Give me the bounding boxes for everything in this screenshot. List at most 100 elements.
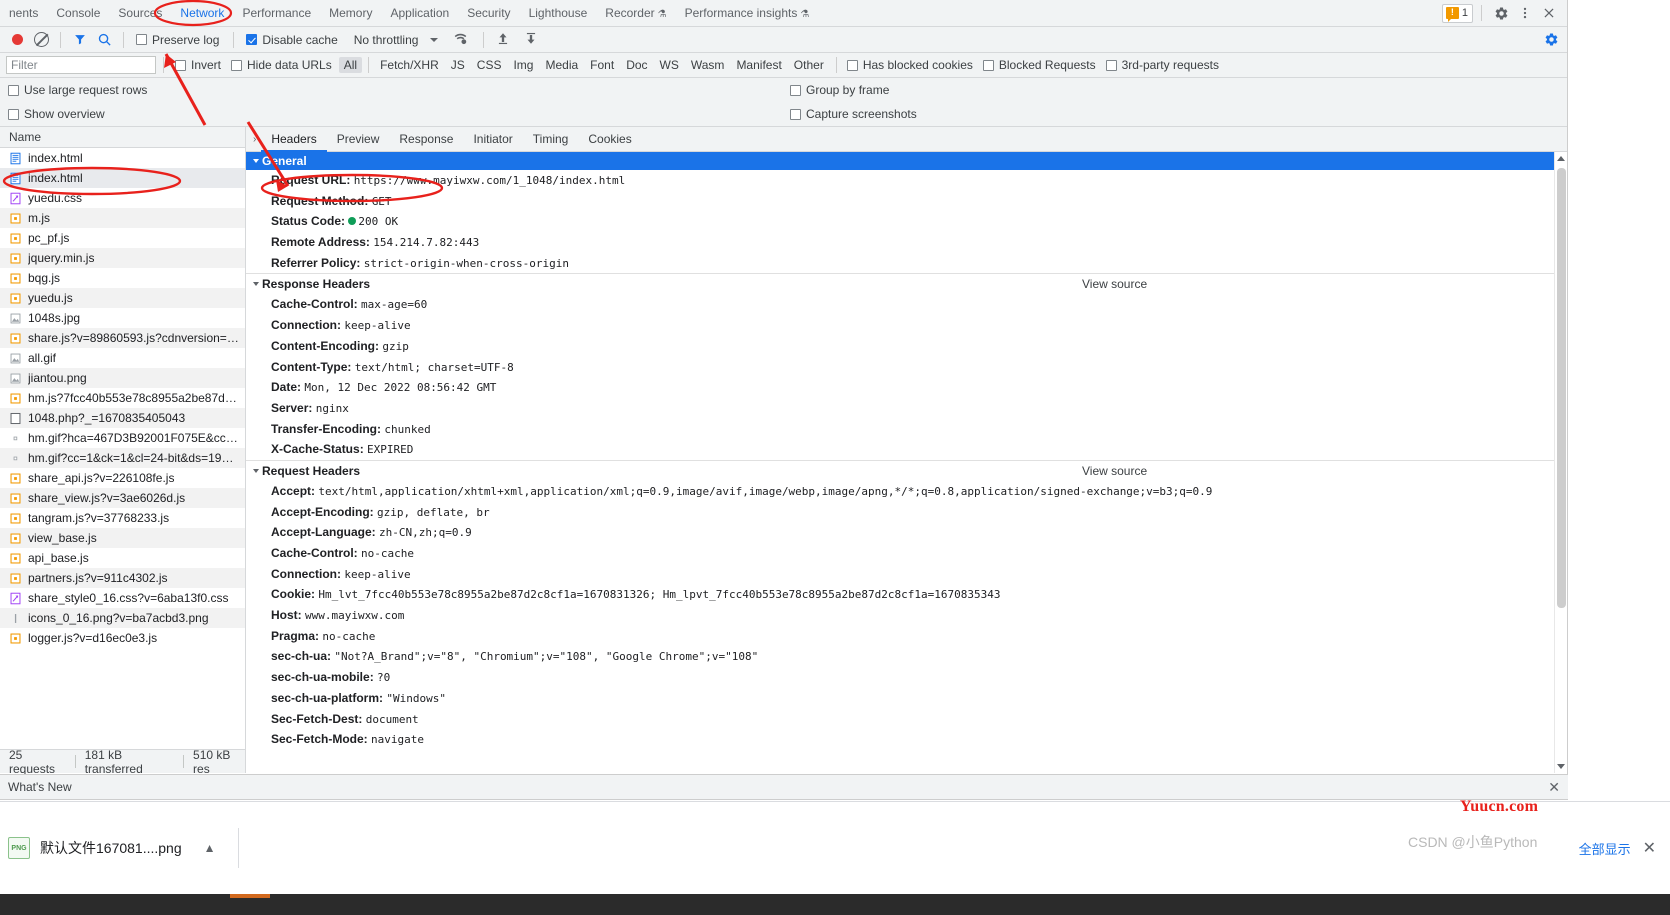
response-headers-section-header[interactable]: Response Headers View source (246, 273, 1567, 294)
request-row[interactable]: index.html (0, 168, 245, 188)
tab-memory[interactable]: Memory (320, 0, 381, 27)
filter-type-ws[interactable]: WS (655, 57, 684, 73)
download-item[interactable]: PNG 默认文件167081....png ▲ (8, 837, 216, 859)
request-headers-section-header[interactable]: Request Headers View source (246, 459, 1567, 482)
chevron-right-icon[interactable]: › (250, 134, 261, 145)
request-row[interactable]: logger.js?v=d16ec0e3.js (0, 628, 245, 648)
clear-button[interactable] (30, 29, 52, 51)
has-blocked-cookies-checkbox[interactable]: Has blocked cookies (846, 58, 973, 72)
request-row[interactable]: partners.js?v=911c4302.js (0, 568, 245, 588)
scroll-up-arrow-icon[interactable] (1557, 156, 1565, 161)
request-row[interactable]: jiantou.png (0, 368, 245, 388)
export-har-icon[interactable] (524, 31, 538, 49)
request-row[interactable]: share_view.js?v=3ae6026d.js (0, 488, 245, 508)
hide-data-urls-checkbox[interactable]: Hide data URLs (231, 58, 332, 72)
filter-type-doc[interactable]: Doc (621, 57, 652, 73)
scroll-down-arrow-icon[interactable] (1557, 764, 1565, 769)
view-source-link-request[interactable]: View source (1082, 461, 1147, 482)
record-button[interactable] (6, 29, 28, 51)
filter-type-other[interactable]: Other (789, 57, 829, 73)
tab-preview[interactable]: Preview (327, 127, 390, 152)
request-row[interactable]: 1048s.jpg (0, 308, 245, 328)
tab-performance-insights[interactable]: Performance insights ⚗ (676, 0, 819, 27)
throttling-select-label[interactable]: No throttling (354, 33, 419, 47)
tab-security[interactable]: Security (458, 0, 519, 27)
tab-recorder[interactable]: Recorder ⚗ (596, 0, 675, 27)
tab-sources[interactable]: Sources (109, 0, 171, 27)
request-row[interactable]: all.gif (0, 348, 245, 368)
request-row[interactable]: jquery.min.js (0, 248, 245, 268)
capture-screenshots-checkbox[interactable]: Capture screenshots (790, 107, 917, 121)
settings-gear-icon[interactable] (1490, 2, 1512, 24)
tab-response[interactable]: Response (389, 127, 463, 152)
filter-type-manifest[interactable]: Manifest (731, 57, 786, 73)
filter-type-font[interactable]: Font (585, 57, 619, 73)
whats-new-bar[interactable]: What's New ✕ (0, 775, 1568, 800)
blocked-requests-checkbox[interactable]: Blocked Requests (982, 58, 1096, 72)
preserve-log-checkbox[interactable]: Preserve log (136, 33, 219, 47)
request-row[interactable]: hm.gif?cc=1&ck=1&cl=24-bit&ds=1920x… (0, 448, 245, 468)
detail-vertical-scrollbar[interactable] (1554, 152, 1567, 773)
show-overview-checkbox[interactable]: Show overview (8, 107, 105, 121)
request-row[interactable]: view_base.js (0, 528, 245, 548)
close-icon[interactable]: ✕ (1548, 779, 1560, 796)
requests-list[interactable]: index.html index.html yuedu.css m.js pc_pf.j… (0, 148, 245, 749)
filter-type-media[interactable]: Media (540, 57, 583, 73)
tab-timing[interactable]: Timing (523, 127, 579, 152)
filter-type-fetch-xhr[interactable]: Fetch/XHR (375, 57, 444, 73)
filter-type-css[interactable]: CSS (472, 57, 507, 73)
filter-type-all[interactable]: All (338, 57, 363, 73)
request-row[interactable]: share_style0_16.css?v=6aba13f0.css (0, 588, 245, 608)
request-row[interactable]: pc_pf.js (0, 228, 245, 248)
request-row[interactable]: index.html (0, 148, 245, 168)
tab-cookies[interactable]: Cookies (578, 127, 641, 152)
disable-cache-checkbox[interactable]: Disable cache (246, 33, 338, 47)
network-conditions-icon[interactable] (452, 31, 469, 48)
requests-column-header-name[interactable]: Name (0, 127, 245, 148)
warning-count-badge[interactable]: ! 1 (1441, 3, 1473, 23)
group-by-frame-checkbox[interactable]: Group by frame (790, 83, 889, 97)
request-row[interactable]: m.js (0, 208, 245, 228)
filter-input[interactable] (6, 56, 156, 74)
search-button[interactable] (93, 29, 115, 51)
request-name: icons_0_16.png?v=ba7acbd3.png (28, 611, 209, 625)
request-row[interactable]: yuedu.css (0, 188, 245, 208)
tab-lighthouse[interactable]: Lighthouse (520, 0, 597, 27)
show-all-downloads-link[interactable]: 全部显示 (1579, 839, 1637, 858)
request-row[interactable]: icons_0_16.png?v=ba7acbd3.png (0, 608, 245, 628)
tab-initiator[interactable]: Initiator (463, 127, 522, 152)
filter-toggle-button[interactable] (69, 29, 91, 51)
request-row[interactable]: share.js?v=89860593.js?cdnversion=4641… (0, 328, 245, 348)
chevron-up-icon[interactable]: ▲ (204, 841, 216, 855)
invert-checkbox[interactable]: Invert (175, 58, 221, 72)
tab-headers[interactable]: Headers (261, 127, 326, 152)
filter-type-img[interactable]: Img (508, 57, 538, 73)
request-row[interactable]: share_api.js?v=226108fe.js (0, 468, 245, 488)
tab-application[interactable]: Application (381, 0, 458, 27)
use-large-request-rows-checkbox[interactable]: Use large request rows (8, 83, 147, 97)
close-shelf-icon[interactable]: ✕ (1637, 838, 1670, 858)
import-har-icon[interactable] (496, 31, 510, 49)
request-row[interactable]: hm.js?7fcc40b553e78c8955a2be87d2c8cf… (0, 388, 245, 408)
filter-type-js[interactable]: JS (446, 57, 470, 73)
tab-performance[interactable]: Performance (233, 0, 320, 27)
chevron-down-icon[interactable] (430, 37, 439, 42)
view-source-link-response[interactable]: View source (1082, 274, 1147, 295)
request-row[interactable]: yuedu.js (0, 288, 245, 308)
request-row[interactable]: api_base.js (0, 548, 245, 568)
request-row[interactable]: hm.gif?hca=467D3B92001F075E&cc=1&c… (0, 428, 245, 448)
close-devtools-icon[interactable] (1538, 2, 1560, 24)
tab-console[interactable]: Console (47, 0, 109, 27)
request-row[interactable]: 1048.php?_=1670835405043 (0, 408, 245, 428)
more-options-kebab-icon[interactable] (1514, 2, 1536, 24)
request-name: logger.js?v=d16ec0e3.js (28, 631, 158, 645)
request-row[interactable]: bqg.js (0, 268, 245, 288)
tab-elements[interactable]: nents (0, 0, 47, 27)
request-row[interactable]: tangram.js?v=37768233.js (0, 508, 245, 528)
filter-type-wasm[interactable]: Wasm (686, 57, 730, 73)
scrollbar-thumb[interactable] (1557, 168, 1566, 608)
network-settings-gear-icon[interactable] (1544, 32, 1559, 50)
tab-network[interactable]: Network (171, 0, 233, 27)
general-section-header[interactable]: General (246, 152, 1567, 170)
third-party-requests-checkbox[interactable]: 3rd-party requests (1105, 58, 1219, 72)
